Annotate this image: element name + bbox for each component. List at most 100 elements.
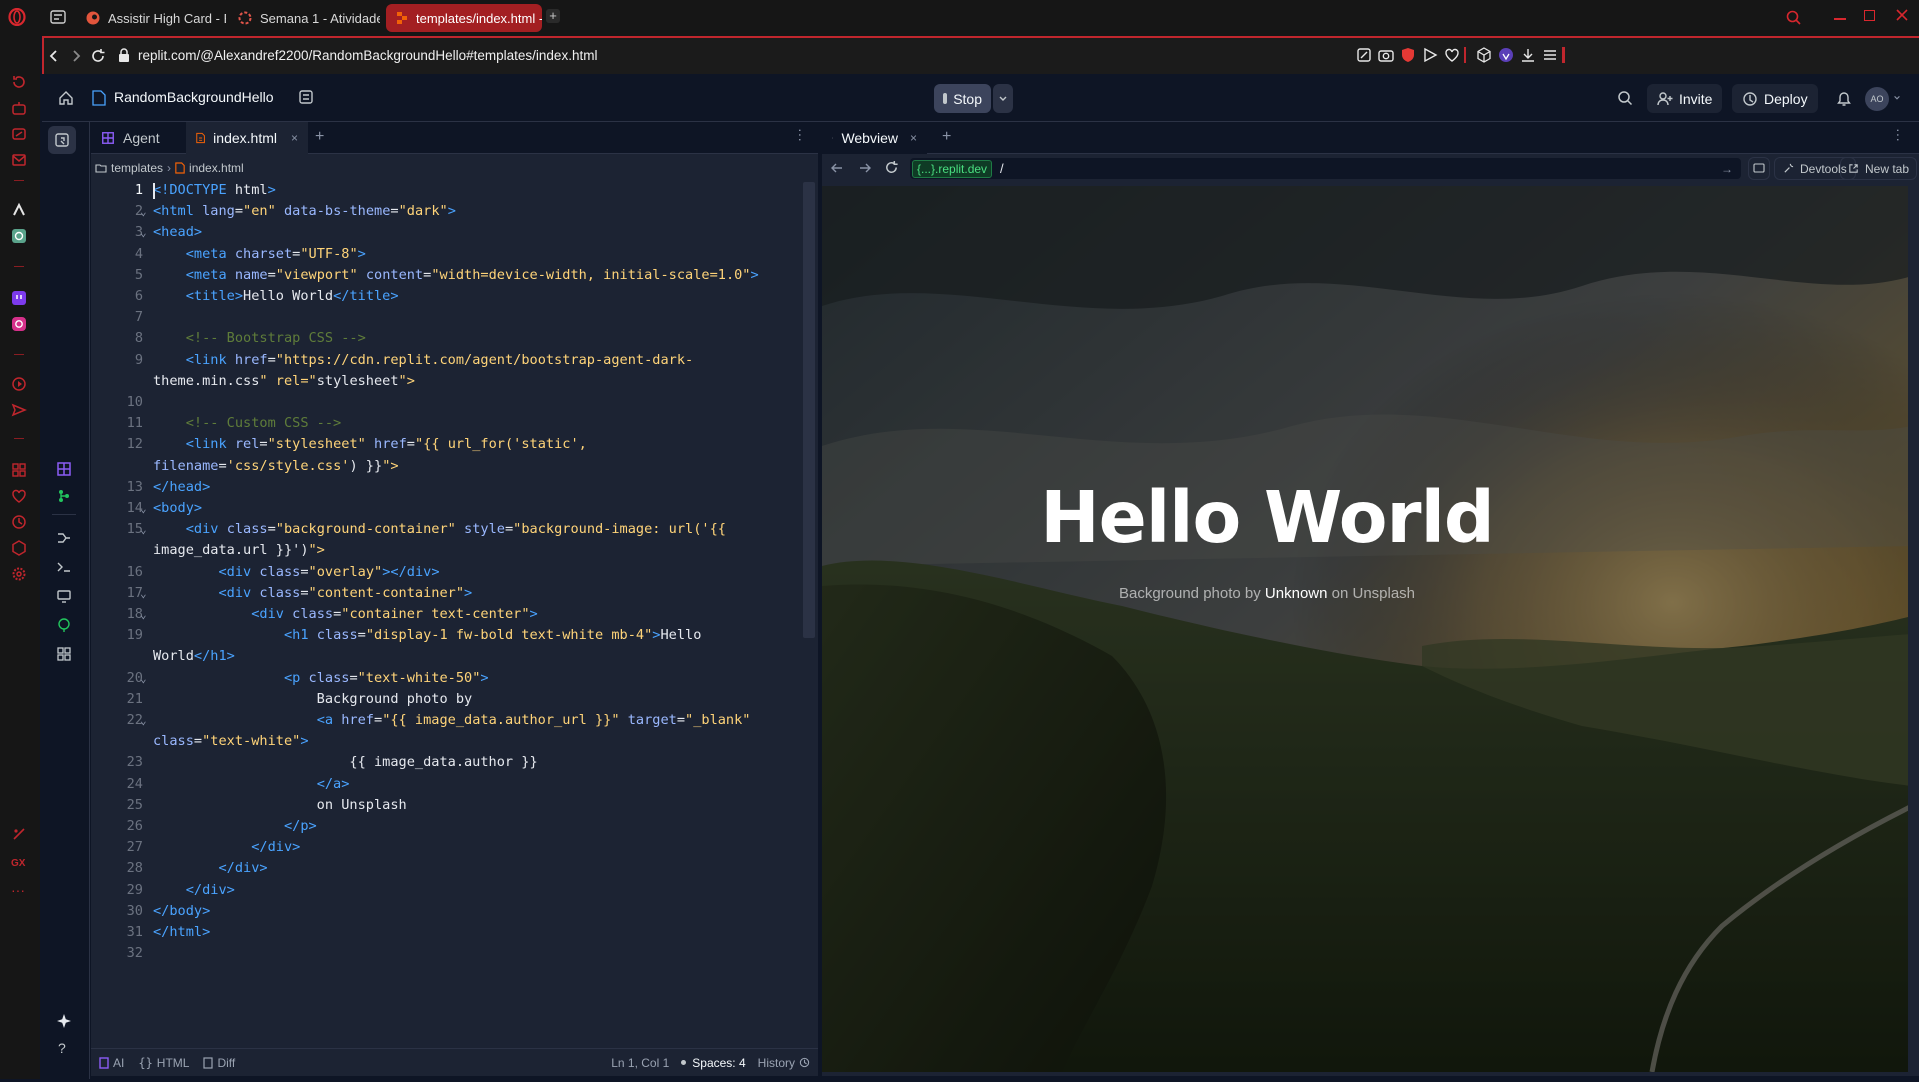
edit-icon[interactable]: [1356, 47, 1372, 63]
clock-history-icon[interactable]: [11, 514, 27, 530]
forward-icon[interactable]: [858, 161, 872, 175]
fold-chevron-icon[interactable]: ⌄: [140, 672, 147, 685]
gmail-icon[interactable]: [11, 152, 27, 168]
code-line[interactable]: </html>: [153, 924, 210, 940]
fold-chevron-icon[interactable]: ⌄: [140, 523, 147, 536]
fold-chevron-icon[interactable]: ⌄: [140, 714, 147, 727]
vpn-extension-icon[interactable]: [1498, 47, 1514, 63]
add-tab-button[interactable]: +: [942, 128, 951, 146]
aria-ai-icon[interactable]: [11, 100, 27, 116]
browser-tab-3-active[interactable]: templates/index.html - Ran: [386, 4, 542, 32]
user-avatar[interactable]: AO: [1865, 87, 1889, 111]
code-line[interactable]: filename='css/style.css') }}">: [153, 458, 399, 474]
indent-status[interactable]: Spaces: 4: [692, 1056, 745, 1070]
restore-icon[interactable]: [1864, 10, 1875, 21]
code-line[interactable]: </body>: [153, 903, 210, 919]
fold-chevron-icon[interactable]: ⌄: [140, 608, 147, 621]
domain-badge[interactable]: {...}.replit.dev: [912, 159, 993, 178]
history-status[interactable]: History: [758, 1056, 810, 1070]
pane-menu-icon[interactable]: ···: [793, 128, 809, 142]
code-line[interactable]: <!-- Bootstrap CSS -->: [153, 330, 366, 346]
code-line[interactable]: {{ image_data.author }}: [153, 754, 537, 770]
home-icon[interactable]: [58, 90, 74, 106]
url-text[interactable]: replit.com/@Alexandref2200/RandomBackgro…: [138, 48, 597, 63]
breadcrumb-file[interactable]: index.html: [189, 161, 244, 175]
reload-icon[interactable]: [90, 48, 106, 64]
speed-dial-icon[interactable]: [11, 462, 27, 478]
code-line[interactable]: image_data.url }}')">: [153, 542, 325, 558]
opera-logo-icon[interactable]: [8, 8, 26, 26]
code-line[interactable]: <body>: [153, 500, 202, 516]
code-line[interactable]: <div class="container text-center">: [153, 606, 537, 622]
code-line[interactable]: <!-- Custom CSS -->: [153, 415, 342, 431]
gx-corner-icon[interactable]: GX: [11, 858, 25, 869]
stop-button[interactable]: Stop: [934, 84, 991, 113]
close-window-icon[interactable]: [1895, 8, 1909, 22]
webview-monitor-icon[interactable]: [56, 588, 72, 604]
agent-tool-icon[interactable]: [56, 461, 72, 477]
pane-menu-icon[interactable]: ···: [1891, 128, 1907, 142]
avatar-chevron-down-icon[interactable]: [1893, 94, 1901, 102]
fold-chevron-icon[interactable]: ⌄: [140, 587, 147, 600]
more-dots-icon[interactable]: ···: [11, 882, 25, 898]
path-input[interactable]: /: [1000, 161, 1004, 176]
console-icon[interactable]: [56, 559, 72, 575]
secure-lock-icon[interactable]: [118, 48, 130, 63]
close-tab-icon[interactable]: ×: [910, 131, 917, 145]
code-line[interactable]: <a href="{{ image_data.author_url }}" ta…: [153, 712, 751, 728]
games-icon[interactable]: [11, 126, 27, 142]
browser-tab-1[interactable]: Assistir High Card - Episód: [76, 4, 226, 32]
code-editor[interactable]: 1 <!DOCTYPE html> 2 ⌄ <html lang="en" data-b…: [91, 182, 801, 1082]
git-tool-icon[interactable]: [56, 488, 72, 504]
sparkle-ai-icon[interactable]: [56, 1013, 72, 1029]
extensions-box-icon[interactable]: [11, 540, 27, 556]
code-line[interactable]: </div>: [153, 839, 300, 855]
snapshot-camera-icon[interactable]: [1378, 47, 1394, 63]
twitch-icon[interactable]: [11, 290, 27, 306]
search-icon[interactable]: [1617, 90, 1633, 106]
file-tree-toggle[interactable]: [48, 126, 76, 154]
project-info-icon[interactable]: [298, 89, 314, 105]
author-link[interactable]: Unknown: [1265, 585, 1328, 602]
code-line[interactable]: <!DOCTYPE html>: [153, 182, 276, 198]
deployments-globe-icon[interactable]: [56, 617, 72, 633]
code-line[interactable]: <div class="overlay"></div>: [153, 564, 439, 580]
download-icon[interactable]: [1520, 47, 1536, 63]
code-line[interactable]: <head>: [153, 224, 202, 240]
player-icon[interactable]: [11, 376, 27, 392]
easy-setup-menu-icon[interactable]: [1542, 47, 1558, 63]
new-tab-icon[interactable]: +: [546, 9, 560, 23]
code-line[interactable]: on Unsplash: [153, 797, 407, 813]
adblock-shield-icon[interactable]: [1400, 47, 1416, 63]
fold-chevron-icon[interactable]: ⌄: [140, 226, 147, 239]
settings-gear-icon[interactable]: [11, 566, 27, 582]
fold-chevron-icon[interactable]: ⌄: [140, 502, 147, 515]
tab-index-html[interactable]: index.html ×: [186, 122, 308, 154]
code-line[interactable]: Background photo by: [153, 691, 473, 707]
notifications-bell-icon[interactable]: [1836, 90, 1852, 106]
tab-agent[interactable]: Agent: [91, 122, 184, 154]
code-line[interactable]: </div>: [153, 860, 267, 876]
send-icon[interactable]: [11, 402, 27, 418]
code-line[interactable]: <link rel="stylesheet" href="{{ url_for(…: [153, 436, 587, 452]
code-line[interactable]: <title>Hello World</title>: [153, 288, 399, 304]
invite-button[interactable]: Invite: [1647, 84, 1723, 113]
code-line[interactable]: </a>: [153, 776, 350, 792]
ai-status[interactable]: AI: [99, 1056, 124, 1070]
code-line[interactable]: class="text-white">: [153, 733, 309, 749]
workflows-icon[interactable]: [56, 530, 72, 546]
forward-icon[interactable]: [68, 48, 84, 64]
tab-webview[interactable]: Webview ×: [822, 122, 927, 154]
browser-tab-2[interactable]: Semana 1 - Atividade prátic: [228, 4, 380, 32]
play-icon[interactable]: [1422, 47, 1438, 63]
code-line[interactable]: theme.min.css" rel="stylesheet">: [153, 373, 415, 389]
reload-icon[interactable]: [884, 160, 899, 175]
add-tab-button[interactable]: +: [315, 128, 324, 146]
breadcrumb-folder[interactable]: templates: [111, 161, 163, 175]
cursor-position[interactable]: Ln 1, Col 1: [611, 1056, 669, 1070]
all-tools-grid-icon[interactable]: [56, 646, 72, 662]
close-tab-icon[interactable]: ×: [291, 131, 298, 145]
code-line[interactable]: </head>: [153, 479, 210, 495]
code-line[interactable]: </div>: [153, 882, 235, 898]
editor-scrollbar[interactable]: [803, 182, 815, 638]
